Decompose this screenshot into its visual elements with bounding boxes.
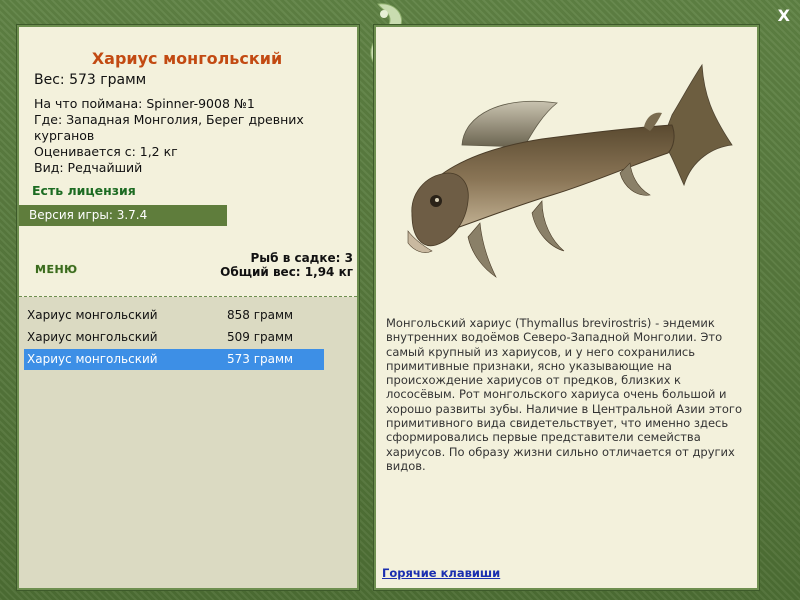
location-line2: курганов (34, 128, 95, 143)
menu-button[interactable]: МЕНЮ (35, 263, 78, 276)
catch-name: Хариус монгольский (27, 330, 158, 344)
grayling-fish-icon (407, 63, 733, 278)
keepnet-total-weight: Общий вес: 1,94 кг (220, 265, 353, 279)
divider (19, 296, 357, 297)
fish-title: Хариус монгольский (91, 49, 283, 68)
catch-weight: 509 грамм (227, 330, 294, 344)
fish-weight: Вес: 573 грамм (34, 72, 147, 88)
license-status: Есть лицензия (32, 183, 136, 198)
fish-info-panel: Хариус монгольский Вес: 573 грамм На что… (16, 24, 360, 591)
close-button[interactable]: X (778, 6, 790, 25)
rarity: Вид: Редчайший (34, 160, 143, 175)
keepnet-stats: Рыб в садке: 3 Общий вес: 1,94 кг (220, 251, 353, 279)
catch-row[interactable]: Хариус монгольский 858 грамм (24, 305, 324, 326)
version-bar: Версия игры: 3.7.4 (19, 205, 227, 226)
catch-row[interactable]: Хариус монгольский 509 грамм (24, 327, 324, 348)
catch-row-selected[interactable]: Хариус монгольский 573 грамм (24, 349, 324, 370)
hotkeys-link[interactable]: Горячие клавиши (382, 566, 500, 580)
fish-details: На что поймана: Spinner-9008 №1 Где: Зап… (34, 96, 334, 176)
catch-weight: 858 грамм (227, 308, 294, 322)
catch-name: Хариус монгольский (27, 352, 158, 366)
fish-description: Монгольский хариус (Thymallus brevirostr… (386, 316, 742, 473)
catch-list: Хариус монгольский 858 грамм Хариус монг… (19, 297, 357, 588)
keepnet-count: Рыб в садке: 3 (250, 251, 354, 265)
catch-weight: 573 грамм (227, 352, 294, 366)
fish-preview-panel: Монгольский хариус (Thymallus brevirostr… (373, 24, 760, 591)
location-line1: Где: Западная Монголия, Берег древних (34, 112, 304, 127)
catch-name: Хариус монгольский (27, 308, 158, 322)
caught-with: На что поймана: Spinner-9008 №1 (34, 96, 255, 111)
value: Оценивается с: 1,2 кг (34, 144, 178, 159)
